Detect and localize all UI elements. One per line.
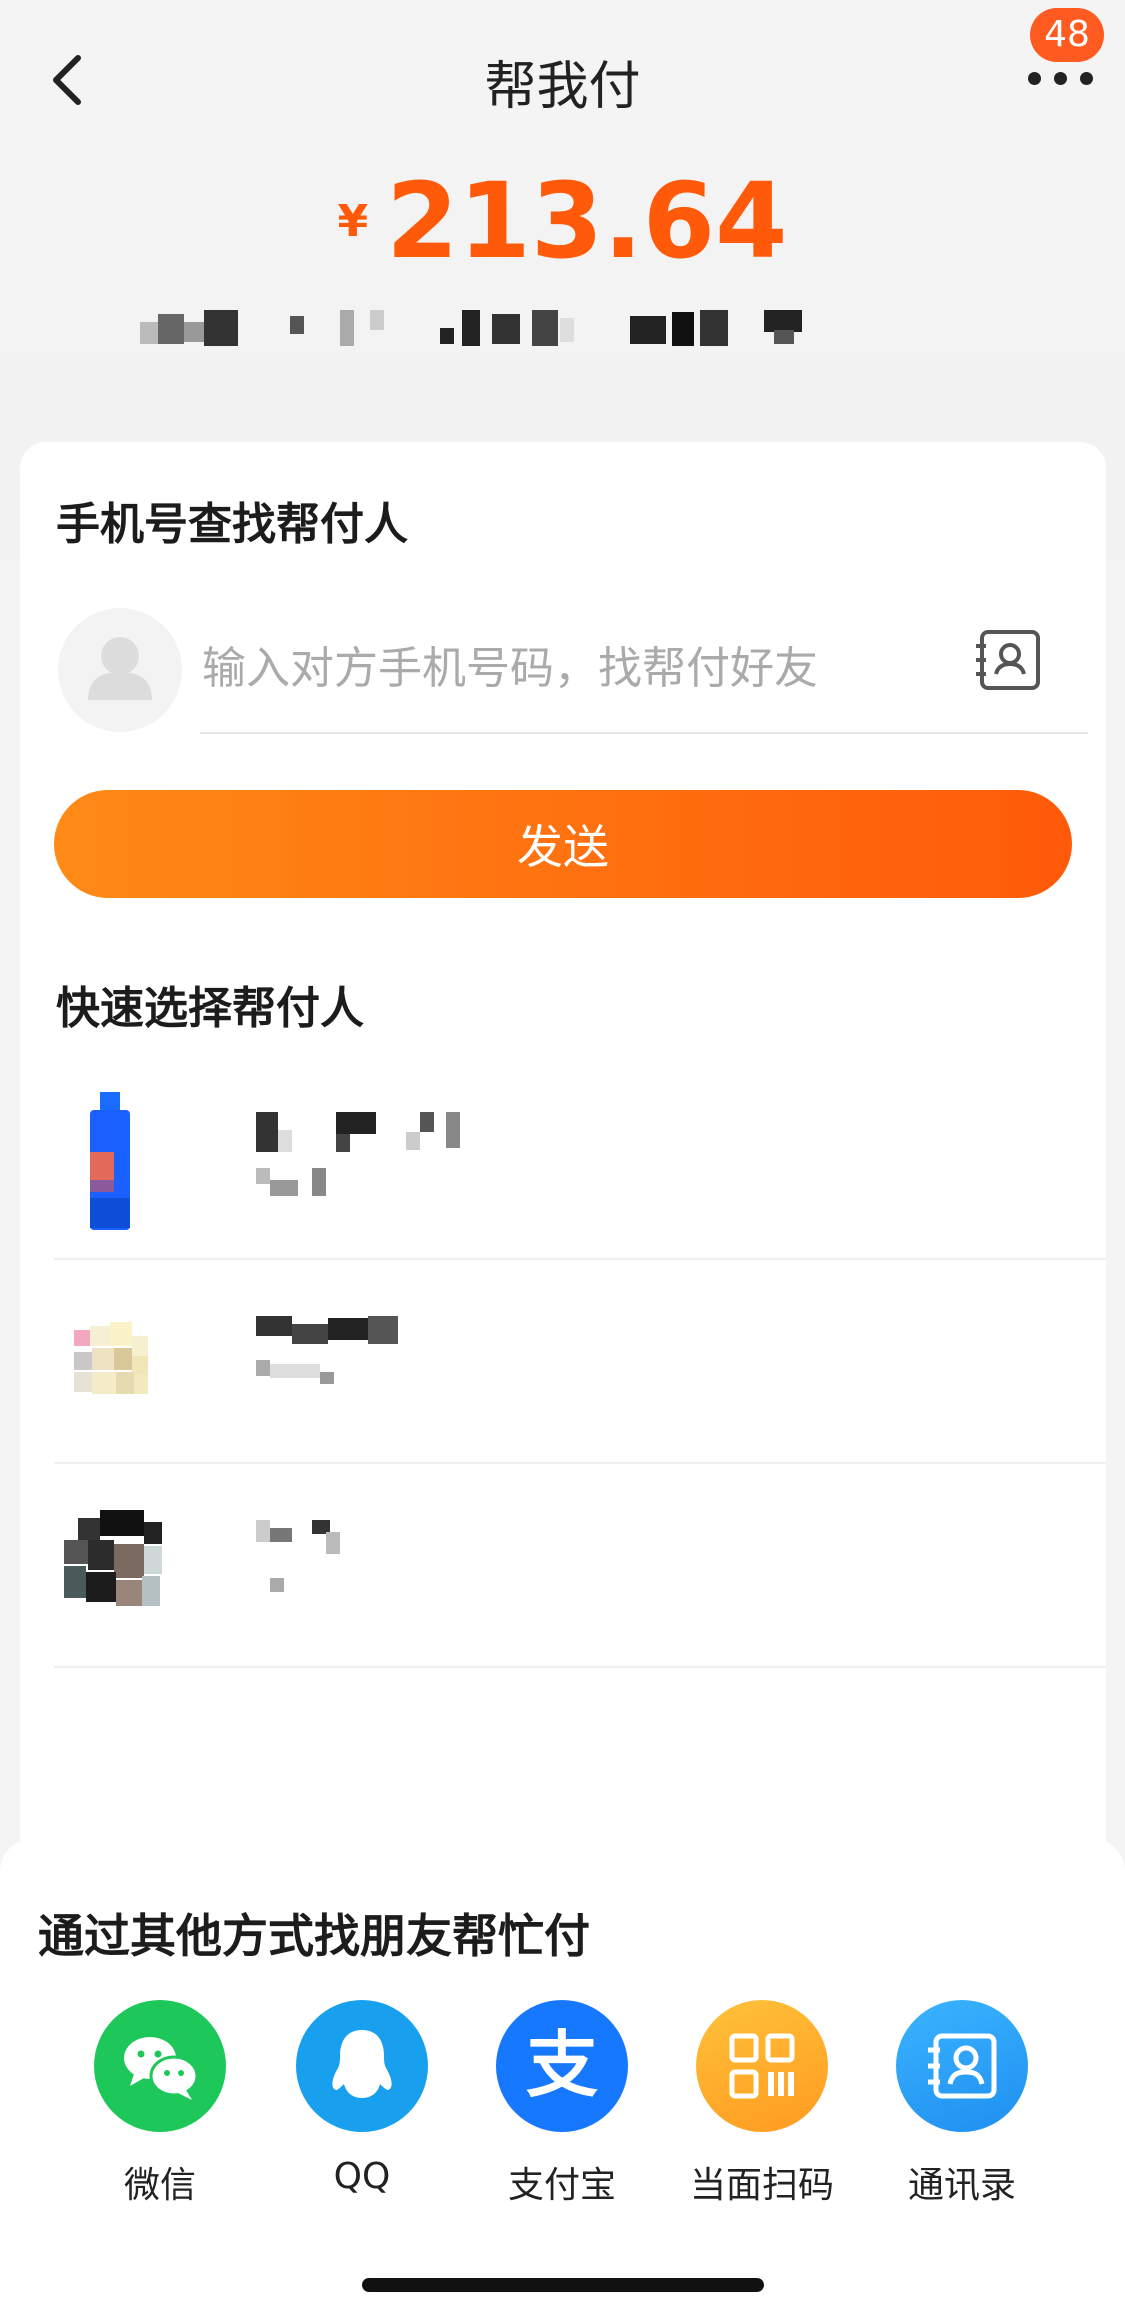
share-qr-code-button[interactable]: 当面扫码 — [662, 2000, 862, 2206]
share-alipay-button[interactable]: 支 支付宝 — [462, 2000, 662, 2206]
order-description-pixelated — [140, 310, 990, 356]
share-options-sheet: 通过其他方式找朋友帮忙付 微信 QQ 支 支付宝 当面扫码 通讯录 — [0, 1838, 1125, 2308]
qr-code-icon — [696, 2000, 828, 2132]
qq-icon — [296, 2000, 428, 2132]
helper-list-item[interactable] — [20, 1056, 1106, 1260]
quick-select-title: 快速选择帮付人 — [56, 983, 364, 1034]
share-label: 通讯录 — [907, 2165, 1016, 2206]
helper-name-pixelated — [256, 1112, 536, 1202]
helper-list-item[interactable] — [20, 1260, 1106, 1464]
share-qq-button[interactable]: QQ — [262, 2000, 462, 2200]
input-underline — [200, 732, 1088, 734]
phone-search-title: 手机号查找帮付人 — [56, 499, 408, 550]
share-label: QQ — [333, 2156, 391, 2197]
share-options-title: 通过其他方式找朋友帮忙付 — [38, 1909, 590, 1963]
home-indicator — [362, 2278, 764, 2292]
helper-avatar — [60, 1500, 180, 1632]
payment-amount: ¥213.64 — [0, 160, 1125, 282]
alipay-icon: 支 — [496, 2000, 628, 2132]
more-options-icon[interactable] — [1020, 58, 1100, 98]
row-divider — [54, 1666, 1106, 1668]
share-label: 微信 — [123, 2165, 196, 2206]
currency-symbol: ¥ — [337, 195, 369, 247]
helper-list-item[interactable] — [20, 1464, 1106, 1668]
helper-avatar — [60, 1092, 180, 1230]
share-wechat-button[interactable]: 微信 — [60, 2000, 260, 2206]
send-button[interactable]: 发送 — [54, 790, 1072, 898]
person-icon — [88, 637, 152, 700]
helper-name-pixelated — [256, 1316, 536, 1406]
helper-search-card: 手机号查找帮付人 发送 快速选择帮付人 — [20, 442, 1106, 1902]
share-label: 支付宝 — [507, 2165, 616, 2206]
helper-name-pixelated — [256, 1520, 536, 1610]
amount-value: 213.64 — [386, 160, 788, 282]
page-title: 帮我付 — [484, 57, 641, 117]
contacts-book-icon[interactable] — [972, 624, 1044, 696]
share-label: 当面扫码 — [689, 2165, 834, 2206]
phone-number-input[interactable] — [200, 632, 884, 704]
contacts-book-icon — [896, 2000, 1028, 2132]
svg-text:支: 支 — [526, 2023, 598, 2107]
notification-badge: 48 — [1030, 8, 1104, 62]
share-contacts-button[interactable]: 通讯录 — [862, 2000, 1062, 2206]
wechat-icon — [94, 2000, 226, 2132]
avatar-placeholder — [58, 608, 182, 732]
helper-avatar — [60, 1296, 180, 1428]
